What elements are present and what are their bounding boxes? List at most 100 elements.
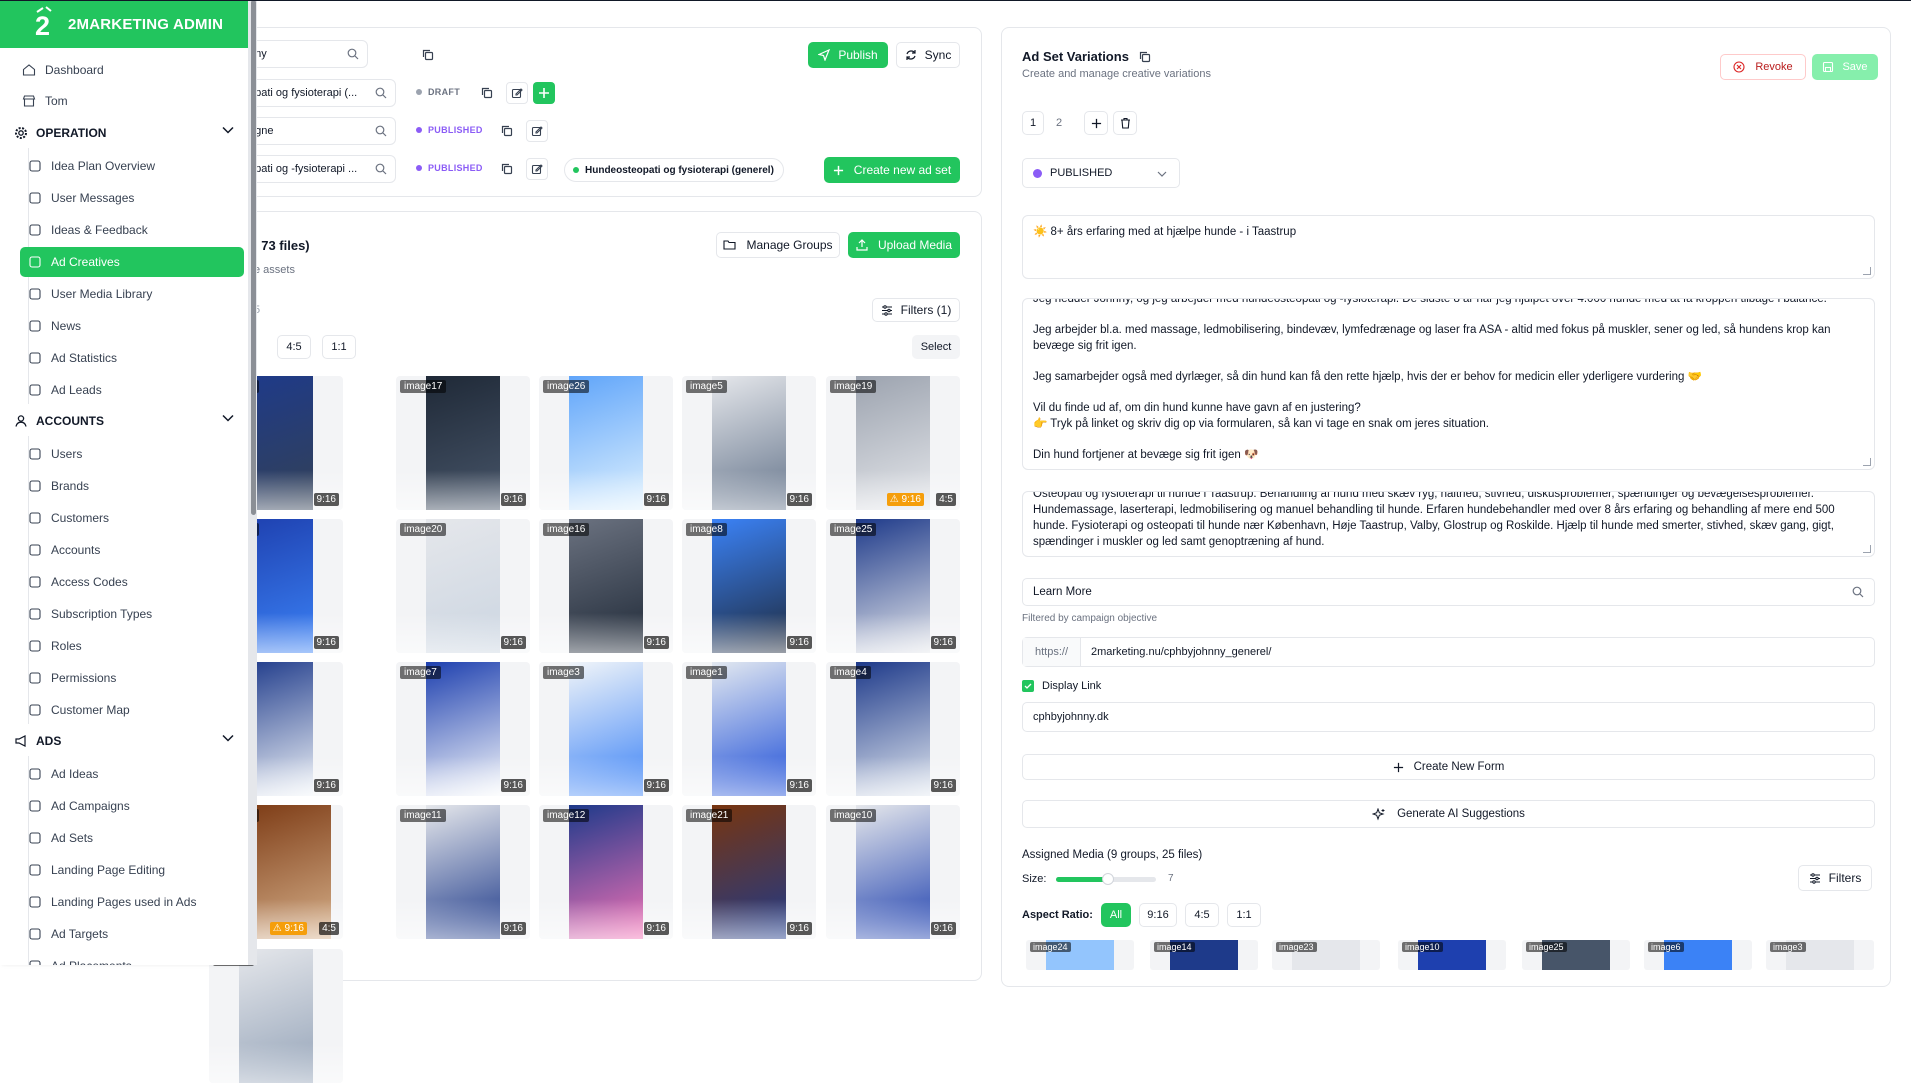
- primary-text-textarea[interactable]: Jeg hedder Johnny, og jeg arbejder med h…: [1022, 298, 1875, 470]
- media-tile[interactable]: image19 4:5 ⚠ 9:16: [826, 376, 960, 510]
- variation-tab-1[interactable]: 1: [1022, 111, 1044, 135]
- sidebar-item-brands[interactable]: Brands: [20, 471, 244, 501]
- sidebar-item-ad-creatives[interactable]: Ad Creatives: [20, 247, 244, 277]
- sidebar-item-ad-placements[interactable]: Ad Placements: [20, 951, 244, 965]
- add-icon[interactable]: [533, 82, 555, 104]
- manage-groups-button[interactable]: Manage Groups: [716, 232, 840, 258]
- media-tile[interactable]: image5 9:16: [682, 376, 816, 510]
- assigned-media-tile[interactable]: image10: [1398, 940, 1506, 970]
- media-tile[interactable]: image3 9:16: [539, 662, 673, 796]
- copy-icon[interactable]: [496, 120, 518, 142]
- sidebar-item-idea-plan-overview[interactable]: Idea Plan Overview: [20, 151, 244, 181]
- sidebar-item-ad-leads[interactable]: Ad Leads: [20, 375, 244, 405]
- upload-media-button[interactable]: Upload Media: [848, 232, 960, 258]
- campaign-search-input[interactable]: nny: [242, 40, 368, 68]
- sidebar-item-permissions[interactable]: Permissions: [20, 663, 244, 693]
- aspect-chip[interactable]: 4:5: [277, 335, 311, 359]
- sync-button[interactable]: Sync: [896, 42, 960, 68]
- media-tile[interactable]: image16 9:16: [539, 519, 673, 653]
- sidebar-scrollbar-thumb[interactable]: [251, 0, 256, 515]
- sidebar-item-users[interactable]: Users: [20, 439, 244, 469]
- assigned-media-tile[interactable]: image3: [1766, 940, 1874, 970]
- media-tile[interactable]: image12 9:16: [539, 805, 673, 939]
- sidebar-item-news[interactable]: News: [20, 311, 244, 341]
- cta-select[interactable]: Learn More: [1022, 578, 1875, 606]
- assigned-media-tile[interactable]: image6: [1644, 940, 1752, 970]
- sidebar-item-ad-ideas[interactable]: Ad Ideas: [20, 759, 244, 789]
- assigned-media-tile[interactable]: image25: [1522, 940, 1630, 970]
- edit-icon[interactable]: [526, 120, 548, 142]
- create-new-adset-button[interactable]: Create new ad set: [824, 157, 960, 183]
- sidebar-item-accounts[interactable]: Accounts: [20, 535, 244, 565]
- add-variation-button[interactable]: [1084, 111, 1108, 135]
- media-tile[interactable]: image1 9:16: [682, 662, 816, 796]
- status-select[interactable]: PUBLISHED: [1022, 158, 1180, 188]
- sidebar-item-customers[interactable]: Customers: [20, 503, 244, 533]
- creative-search-input[interactable]: epati og -fysioterapi ...: [242, 155, 396, 183]
- sidebar-item-access-codes[interactable]: Access Codes: [20, 567, 244, 597]
- media-tile[interactable]: image25 9:16: [826, 519, 960, 653]
- media-tile[interactable]: image21 9:16: [682, 805, 816, 939]
- sidebar-item-ideas-feedback[interactable]: Ideas & Feedback: [20, 215, 244, 245]
- description-textarea[interactable]: Osteopati og fysioterapi til hunde i Taa…: [1022, 491, 1875, 557]
- url-field[interactable]: https:// 2marketing.nu/cphbyjohnny_gener…: [1022, 637, 1875, 667]
- media-tile[interactable]: image2: [209, 949, 343, 1083]
- sidebar-item-ad-sets[interactable]: Ad Sets: [20, 823, 244, 853]
- ad-search-input[interactable]: agne: [242, 117, 396, 145]
- sidebar-item-landing-pages-used-in-ads[interactable]: Landing Pages used in Ads: [20, 887, 244, 917]
- display-link-checkbox[interactable]: Display Link: [1022, 680, 1101, 692]
- sidebar-item-roles[interactable]: Roles: [20, 631, 244, 661]
- display-link-input[interactable]: cphbyjohnny.dk: [1022, 702, 1875, 732]
- variation-tab-2[interactable]: 2: [1048, 111, 1070, 135]
- sidebar-item-customer-map[interactable]: Customer Map: [20, 695, 244, 725]
- assigned-filters-button[interactable]: Filters: [1798, 865, 1872, 891]
- sidebar-item-ad-statistics[interactable]: Ad Statistics: [20, 343, 244, 373]
- aspect-all-chip[interactable]: All: [1101, 903, 1131, 927]
- copy-icon[interactable]: [417, 44, 439, 66]
- media-tile[interactable]: image17 9:16: [396, 376, 530, 510]
- sidebar-item-dashboard[interactable]: Dashboard: [16, 55, 244, 85]
- aspect-916-chip[interactable]: 9:16: [1139, 903, 1177, 927]
- assigned-media-tile[interactable]: image24: [1026, 940, 1134, 970]
- sidebar-section-accounts[interactable]: ACCOUNTS: [14, 406, 244, 436]
- assigned-media-tile[interactable]: image23: [1272, 940, 1380, 970]
- headline-textarea[interactable]: ☀️ 8+ års erfaring med at hjælpe hunde -…: [1022, 215, 1875, 279]
- adset-search-input[interactable]: epati og fysioterapi (...: [242, 79, 396, 107]
- chevron-down-icon[interactable]: [222, 126, 234, 134]
- media-tile[interactable]: image26 9:16: [539, 376, 673, 510]
- size-slider-handle[interactable]: [1102, 873, 1114, 885]
- sidebar-section-operation[interactable]: OPERATION: [14, 118, 244, 148]
- create-new-form-button[interactable]: Create New Form: [1022, 754, 1875, 780]
- sidebar-item-tom[interactable]: Tom: [16, 86, 244, 116]
- media-tile[interactable]: image8 9:16: [682, 519, 816, 653]
- save-button[interactable]: Save: [1812, 54, 1878, 80]
- assigned-media-tile[interactable]: image14: [1150, 940, 1258, 970]
- aspect-chip[interactable]: 1:1: [322, 335, 356, 359]
- chevron-down-icon[interactable]: [222, 734, 234, 742]
- sidebar-item-landing-page-editing[interactable]: Landing Page Editing: [20, 855, 244, 885]
- revoke-button[interactable]: Revoke: [1720, 54, 1806, 80]
- aspect-11-chip[interactable]: 1:1: [1227, 903, 1261, 927]
- media-tile[interactable]: image11 9:16: [396, 805, 530, 939]
- media-tile[interactable]: image4 9:16: [826, 662, 960, 796]
- adset-tag[interactable]: Hundeosteopati og fysioterapi (generel): [564, 158, 784, 182]
- publish-button[interactable]: Publish: [808, 42, 888, 68]
- edit-icon[interactable]: [526, 158, 548, 180]
- generate-ai-button[interactable]: Generate AI Suggestions: [1022, 800, 1875, 828]
- delete-variation-button[interactable]: [1113, 111, 1137, 135]
- select-button[interactable]: Select: [912, 335, 960, 359]
- media-tile[interactable]: image10 9:16: [826, 805, 960, 939]
- sidebar-item-ad-campaigns[interactable]: Ad Campaigns: [20, 791, 244, 821]
- copy-icon[interactable]: [496, 158, 518, 180]
- copy-icon[interactable]: [476, 82, 498, 104]
- sidebar-item-user-messages[interactable]: User Messages: [20, 183, 244, 213]
- sidebar-item-subscription-types[interactable]: Subscription Types: [20, 599, 244, 629]
- sidebar-item-user-media-library[interactable]: User Media Library: [20, 279, 244, 309]
- sidebar-section-ads[interactable]: ADS: [14, 726, 244, 756]
- filters-button[interactable]: Filters (1): [872, 298, 960, 322]
- media-tile[interactable]: image20 9:16: [396, 519, 530, 653]
- chevron-down-icon[interactable]: [222, 414, 234, 422]
- aspect-45-chip[interactable]: 4:5: [1185, 903, 1219, 927]
- edit-icon[interactable]: [506, 82, 528, 104]
- sidebar-item-ad-targets[interactable]: Ad Targets: [20, 919, 244, 949]
